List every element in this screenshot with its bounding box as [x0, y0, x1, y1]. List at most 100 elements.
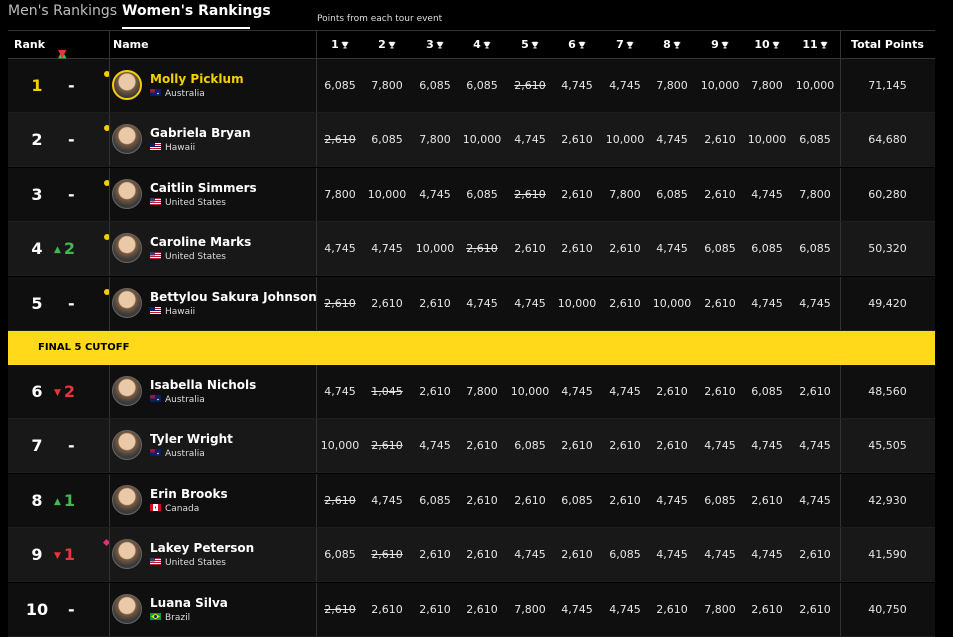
avatar[interactable]: [112, 430, 142, 460]
header-event-label: 2: [378, 38, 386, 51]
header-event-11[interactable]: 11: [792, 38, 838, 51]
table-row[interactable]: 1 - Molly Picklum Australia 6,085 7,800 6,085 6…: [8, 59, 935, 113]
event-score: 2,610: [466, 603, 498, 616]
header-event-9[interactable]: 9: [697, 38, 743, 51]
surfer-name[interactable]: Luana Silva: [150, 596, 228, 610]
rank-number: 5: [31, 294, 43, 313]
avatar[interactable]: [112, 124, 142, 154]
column-divider: [109, 59, 110, 112]
rank-number: 4: [31, 239, 43, 258]
event-score: 10,000: [510, 385, 550, 398]
event-score: 2,610: [419, 297, 451, 310]
event-score: 10,000: [557, 297, 597, 310]
table-row[interactable]: 9 ▼ 1 Lakey Peterson United States 6,085 2,610…: [8, 528, 935, 582]
tab-womens-rankings[interactable]: Women's Rankings: [122, 3, 271, 19]
rank-change: -: [68, 294, 75, 313]
event-score: 4,745: [466, 297, 498, 310]
event-score: 6,085: [466, 79, 498, 92]
event-score: 2,610: [704, 188, 736, 201]
header-event-2[interactable]: 2: [364, 38, 410, 51]
header-event-5[interactable]: 5: [507, 38, 553, 51]
rank-change: ▲ 2: [54, 239, 75, 258]
event-score: 4,745: [656, 548, 688, 561]
event-score: 2,610: [419, 385, 451, 398]
rank-down-icon: ▼: [54, 388, 61, 398]
trophy-icon: [341, 41, 349, 49]
event-score: 2,610: [609, 242, 641, 255]
header-event-4[interactable]: 4: [459, 38, 505, 51]
rank-number: 2: [31, 130, 43, 149]
avatar[interactable]: [112, 376, 142, 406]
table-row[interactable]: 5 - Bettylou Sakura Johnson Hawaii 2,610 2,61…: [8, 277, 935, 331]
table-row[interactable]: 6 ▼ 2 Isabella Nichols Australia 4,745 1,045 2,…: [8, 365, 935, 419]
event-score: 6,085: [799, 133, 831, 146]
flag-br-icon: [150, 613, 161, 620]
surfer-name[interactable]: Gabriela Bryan: [150, 126, 251, 140]
event-score: 2,610: [751, 603, 783, 616]
surfer-name[interactable]: Isabella Nichols: [150, 378, 256, 392]
trophy-icon: [673, 41, 681, 49]
surfer-name[interactable]: Tyler Wright: [150, 432, 233, 446]
rank-change: -: [68, 600, 75, 619]
surfer-name[interactable]: Bettylou Sakura Johnson: [150, 290, 317, 304]
table-row[interactable]: 3 - Caitlin Simmers United States 7,800 10,00…: [8, 168, 935, 222]
avatar[interactable]: [112, 70, 142, 100]
table-row[interactable]: 8 ▲ 1 Erin Brooks Canada 2,610 4,745 6,085 2,610…: [8, 474, 935, 528]
event-score: 2,610: [656, 385, 688, 398]
event-score: 4,745: [561, 603, 593, 616]
header-event-10[interactable]: 10: [744, 38, 790, 51]
event-score: 2,610: [609, 494, 641, 507]
trophy-icon: [531, 41, 539, 49]
event-score: 4,745: [799, 297, 831, 310]
avatar[interactable]: [112, 485, 142, 515]
header-total-points[interactable]: Total Points: [848, 38, 927, 51]
event-score: 4,745: [656, 242, 688, 255]
rank-change: -: [68, 130, 75, 149]
header-event-7[interactable]: 7: [602, 38, 648, 51]
flag-us-icon: [150, 198, 161, 205]
event-score: 6,085: [751, 385, 783, 398]
event-score: 7,800: [609, 188, 641, 201]
surfer-name[interactable]: Caitlin Simmers: [150, 181, 257, 195]
trophy-icon: [626, 41, 634, 49]
surfer-name[interactable]: Lakey Peterson: [150, 541, 254, 555]
event-score: 2,610: [419, 548, 451, 561]
header-rank[interactable]: Rank: [14, 38, 45, 51]
event-score: 4,745: [324, 385, 356, 398]
header-event-6[interactable]: 6: [554, 38, 600, 51]
avatar[interactable]: [112, 539, 142, 569]
event-score: 4,745: [656, 494, 688, 507]
event-score: 4,745: [704, 548, 736, 561]
table-row[interactable]: 4 ▲ 2 Caroline Marks United States 4,745 4,745…: [8, 222, 935, 276]
event-score: 2,610: [514, 79, 546, 92]
event-score: 7,800: [514, 603, 546, 616]
event-score: 4,745: [514, 297, 546, 310]
tab-mens-rankings[interactable]: Men's Rankings: [8, 3, 117, 19]
surfer-name[interactable]: Molly Picklum: [150, 72, 244, 86]
surfer-name[interactable]: Caroline Marks: [150, 235, 251, 249]
header-event-8[interactable]: 8: [649, 38, 695, 51]
avatar[interactable]: [112, 594, 142, 624]
header-event-1[interactable]: 1: [317, 38, 363, 51]
event-score: 2,610: [704, 385, 736, 398]
rank-change-value: -: [68, 436, 75, 455]
surfer-country: Australia: [150, 395, 205, 405]
total-points: 60,280: [868, 188, 907, 201]
header-event-3[interactable]: 3: [412, 38, 458, 51]
table-row[interactable]: 7 - Tyler Wright Australia 10,000 2,610 4,745 2…: [8, 419, 935, 473]
surfer-name[interactable]: Erin Brooks: [150, 487, 228, 501]
avatar[interactable]: [112, 233, 142, 263]
rank-number: 8: [31, 491, 43, 510]
table-row[interactable]: 2 - Gabriela Bryan Hawaii 2,610 6,085 7,800 10,…: [8, 113, 935, 167]
header-event-label: 11: [802, 38, 818, 51]
avatar[interactable]: [112, 179, 142, 209]
event-score: 10,000: [747, 133, 787, 146]
event-score: 10,000: [795, 79, 835, 92]
event-score: 4,745: [371, 242, 403, 255]
table-row[interactable]: 10- Luana Silva Brazil 2,610 2,610 2,610 2,610…: [8, 583, 935, 637]
header-name[interactable]: Name: [113, 38, 149, 51]
total-points: 45,505: [868, 439, 907, 452]
event-score: 4,745: [799, 494, 831, 507]
avatar[interactable]: [112, 288, 142, 318]
event-score: 2,610: [324, 494, 356, 507]
